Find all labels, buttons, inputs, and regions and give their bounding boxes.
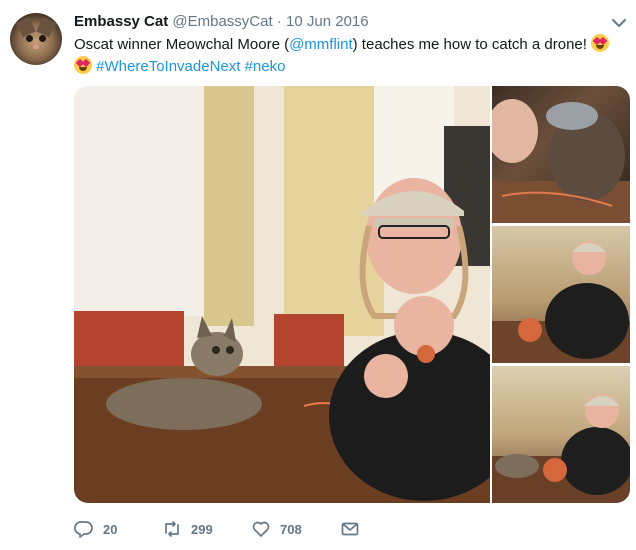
author-handle[interactable]: @EmbassyCat (172, 13, 272, 30)
avatar-cat-eye (39, 35, 46, 42)
header-separator: · (276, 13, 282, 30)
hashtag-link[interactable]: #neko (245, 58, 286, 75)
main-photo-illustration (74, 86, 490, 503)
tweet-date[interactable]: 10 Jun 2016 (286, 13, 369, 30)
retweet-button[interactable]: 299 (162, 517, 213, 541)
reply-button[interactable]: 20 (74, 517, 117, 541)
tweet-text-part2: ) teaches me how to catch a drone! (352, 36, 592, 53)
photo-thumbnail[interactable] (492, 226, 630, 363)
avatar-cat-eye (26, 35, 33, 42)
main-photo[interactable] (74, 86, 490, 503)
tweet-card[interactable]: Embassy Cat @EmbassyCat · 10 Jun 2016 Os… (0, 0, 636, 550)
reply-icon (74, 521, 93, 538)
like-button[interactable]: 708 (251, 517, 302, 541)
avatar-cat-ear (36, 16, 56, 38)
heart-icon (252, 521, 270, 537)
avatar[interactable] (10, 13, 62, 65)
media-grid (74, 86, 630, 503)
photo-thumbnail-illustration (492, 99, 630, 223)
avatar-cat-nose (33, 45, 39, 49)
tweet-header: Embassy Cat @EmbassyCat · 10 Jun 2016 (74, 13, 369, 31)
envelope-icon (341, 522, 359, 536)
heart-eyes-emoji (591, 34, 610, 52)
mention-link[interactable]: @mmflint (289, 36, 353, 53)
photo-thumbnail[interactable] (492, 366, 630, 503)
tweet-text: Oscat winner Meowchal Moore (@mmflint) t… (74, 34, 629, 78)
share-button[interactable] (340, 517, 360, 541)
photo-thumbnail-illustration (492, 394, 630, 503)
retweet-icon (165, 521, 179, 537)
photo-thumbnail-illustration (492, 241, 630, 363)
author-name[interactable]: Embassy Cat (74, 13, 168, 30)
hashtag-link[interactable]: #WhereToInvadeNext (96, 58, 240, 75)
like-count: 708 (280, 521, 302, 537)
tweet-text-part1: Oscat winner Meowchal Moore ( (74, 36, 290, 53)
reply-count: 20 (103, 521, 118, 537)
retweet-count: 299 (191, 521, 213, 537)
heart-eyes-emoji (74, 56, 92, 74)
photo-thumbnail[interactable] (492, 86, 630, 223)
avatar-cat-ear (16, 16, 36, 38)
chevron-down-icon[interactable] (610, 14, 628, 32)
